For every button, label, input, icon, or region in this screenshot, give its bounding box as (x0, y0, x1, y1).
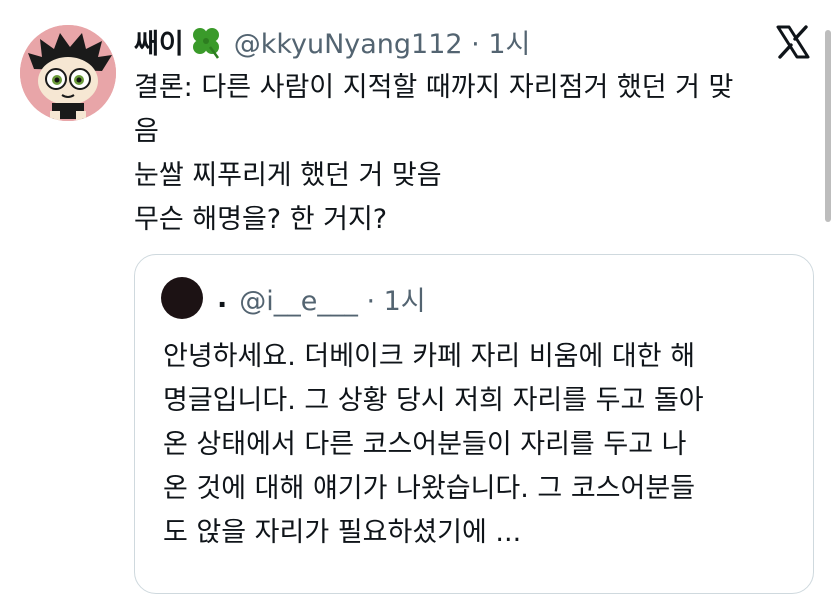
quoted-handle-and-time: @i__e___ · 1시 (239, 285, 426, 317)
tweet-text-line: 눈쌀 찌푸리게 했던 거 맞음 (134, 160, 442, 191)
quoted-text-line: 온 것에 대해 얘기가 나왔습니다. 그 코스어분들 (163, 473, 696, 504)
tweet-text-line: 결론: 다른 사람이 지적할 때까지 자리점거 했던 거 맞 (134, 72, 734, 103)
quoted-text-line: 명글입니다. 그 상황 당시 저희 자리를 두고 돌아 (163, 385, 704, 416)
x-logo-icon[interactable] (775, 24, 811, 60)
handle-and-time[interactable]: @kkyuNyang112 · 1시 (234, 22, 531, 61)
quoted-tweet[interactable]: . @i__e___ · 1시 안녕하세요. 더베이크 카페 자리 비움에 대한… (134, 254, 814, 594)
avatar-cartoon-image (20, 25, 116, 121)
tweet-header: 쌔이 @kkyuNyang112 · 1시 (134, 18, 530, 64)
quoted-text-line: 도 앉을 자리가 필요하셨기에 ... (163, 517, 522, 548)
quoted-tweet-header: . @i__e___ · 1시 (161, 277, 426, 319)
display-name[interactable]: 쌔이 (134, 22, 184, 61)
quoted-text-line: 안녕하세요. 더베이크 카페 자리 비움에 대한 해 (163, 341, 696, 372)
scrollbar[interactable] (825, 30, 831, 222)
quoted-user-avatar[interactable] (161, 277, 203, 319)
tweet-text: 결론: 다른 사람이 지적할 때까지 자리점거 했던 거 맞 음 눈쌀 찌푸리게… (134, 66, 814, 242)
user-avatar[interactable] (20, 25, 116, 121)
tweet-text-line: 음 (134, 116, 159, 147)
quoted-display-name[interactable]: . (217, 283, 227, 314)
four-leaf-clover-icon (192, 28, 219, 59)
quoted-text-line: 온 상태에서 다른 코스어분들이 자리를 두고 나 (163, 429, 687, 460)
tweet-text-line: 무슨 해명을? 한 거지? (134, 204, 388, 235)
quoted-tweet-text: 안녕하세요. 더베이크 카페 자리 비움에 대한 해 명글입니다. 그 상황 당… (163, 335, 803, 555)
